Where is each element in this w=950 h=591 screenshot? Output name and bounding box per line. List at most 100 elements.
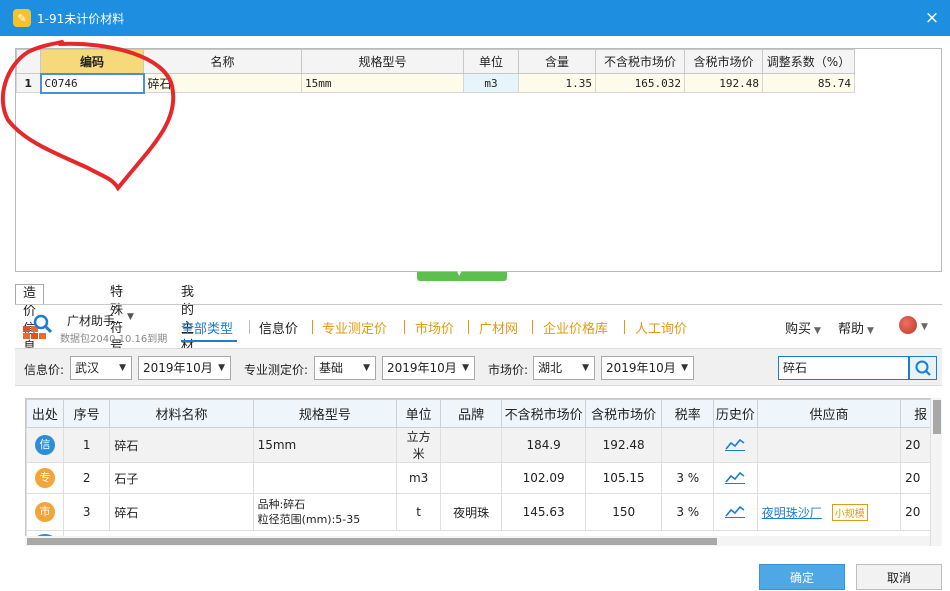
pro-type-value: 基础	[319, 361, 344, 375]
cell-unit: 立方米	[396, 427, 441, 463]
panel-splitter[interactable]: ▾	[417, 269, 507, 281]
chevron-down-icon[interactable]: ▼	[921, 318, 928, 333]
tab-price-library[interactable]: 造价信息库	[15, 284, 45, 373]
help-menu[interactable]: 帮助 ▼	[838, 318, 874, 337]
tab-market-price[interactable]: 市场价	[415, 318, 454, 337]
market-price-label: 市场价:	[488, 363, 529, 377]
chevron-down-icon[interactable]: ▼	[127, 312, 134, 322]
tab-separator	[312, 320, 313, 334]
spec-line-2: 粒径范围(mm):5-35	[257, 513, 361, 526]
close-icon[interactable]: ×	[920, 6, 944, 30]
price-results-table: 出处 序号 材料名称 规格型号 单位 品牌 不含税市场价 含税市场价 税率 历史…	[26, 399, 941, 545]
col-header-adjust[interactable]: 调整系数（%）	[762, 49, 855, 74]
source-cell: 专	[26, 462, 64, 494]
cell-price-inc-tax: 192.48	[584, 427, 663, 463]
col-header-material[interactable]: 材料名称	[109, 399, 254, 428]
col-header-price-inc-tax[interactable]: 含税市场价	[684, 49, 763, 74]
tab-guangcai-net[interactable]: 广材网	[479, 318, 518, 337]
info-source-badge: 信	[34, 435, 55, 455]
cell-index: 2	[62, 462, 111, 494]
cell-price-ex-tax[interactable]: 165.032	[595, 73, 685, 93]
pro-source-badge: 专	[34, 468, 55, 488]
cell-supplier	[756, 427, 902, 463]
tab-separator	[468, 320, 469, 334]
trend-chart-icon[interactable]	[725, 504, 746, 518]
trend-chart-icon[interactable]	[725, 470, 746, 484]
col-header-index[interactable]: 序号	[62, 399, 111, 428]
cell-unit: m3	[396, 462, 441, 494]
brand-expiry: 数据包2040.10.16到期	[60, 334, 168, 345]
pro-period-select[interactable]: 2019年10月 ▼	[382, 356, 475, 380]
chevron-down-icon: ▼	[681, 363, 688, 373]
cell-supplier	[756, 462, 902, 494]
cell-qty[interactable]: 1.35	[518, 73, 596, 93]
search-button[interactable]	[909, 356, 937, 380]
confirm-button[interactable]: 确定	[759, 564, 845, 590]
table-row[interactable]: 市 3 碎石 品种:碎石 粒径范围(mm):5-35 t 夜明珠 145.63 1…	[26, 493, 941, 531]
cell-price-inc-tax[interactable]: 192.48	[684, 73, 763, 93]
cell-spec: 15mm	[252, 427, 398, 463]
info-period-select[interactable]: 2019年10月 ▼	[138, 356, 231, 380]
supplier-link[interactable]: 夜明珠沙厂	[762, 506, 822, 520]
col-header-source[interactable]: 出处	[26, 399, 64, 428]
search-icon	[915, 360, 931, 376]
tab-divider	[15, 304, 942, 305]
cell-price-inc-tax: 105.15	[584, 462, 663, 494]
scrollbar-thumb[interactable]	[27, 538, 717, 545]
col-header-tax-rate[interactable]: 税率	[661, 399, 715, 428]
search-input[interactable]: 碎石	[778, 356, 909, 380]
tab-special-symbols[interactable]: 特殊符号	[103, 284, 130, 354]
history-cell	[713, 462, 758, 494]
cell-spec[interactable]: 15mm	[301, 73, 464, 93]
col-header-price-ex-tax[interactable]: 不含税市场价	[501, 399, 586, 428]
col-header-price-inc-tax[interactable]: 含税市场价	[584, 399, 663, 428]
cell-price-ex-tax: 145.63	[501, 493, 586, 531]
horizontal-scrollbar[interactable]	[25, 536, 930, 546]
table-row[interactable]: 信 1 碎石 15mm 立方米 184.9 192.48 20	[26, 427, 941, 463]
pro-type-select[interactable]: 基础 ▼	[314, 356, 376, 380]
col-header-spec[interactable]: 规格型号	[301, 49, 464, 74]
col-header-price-ex-tax[interactable]: 不含税市场价	[595, 49, 685, 74]
cell-adjust[interactable]: 85.74	[762, 73, 855, 93]
info-price-label: 信息价:	[24, 363, 65, 377]
tab-separator	[532, 320, 533, 334]
brand-logo-icon	[23, 314, 53, 339]
tab-enterprise-price[interactable]: 企业价格库	[543, 318, 608, 337]
col-header-unit[interactable]: 单位	[463, 49, 519, 74]
cancel-button[interactable]: 取消	[856, 564, 942, 590]
market-region-select[interactable]: 湖北 ▼	[533, 356, 595, 380]
tab-all-types[interactable]: 全部类型	[181, 318, 233, 337]
tab-manual-inquiry[interactable]: 人工询价	[635, 318, 687, 337]
buy-menu[interactable]: 购买 ▼	[785, 318, 821, 337]
col-header-brand[interactable]: 品牌	[439, 399, 503, 428]
chevron-down-icon: ▼	[218, 363, 225, 373]
col-header-unit[interactable]: 单位	[396, 399, 441, 428]
cell-material: 碎石	[109, 493, 254, 531]
cell-brand	[439, 462, 503, 494]
col-header-supplier[interactable]: 供应商	[756, 399, 902, 428]
trend-chart-icon[interactable]	[725, 437, 746, 451]
info-period-value: 2019年10月	[143, 361, 213, 375]
tab-professional-price[interactable]: 专业测定价	[322, 318, 387, 337]
active-tab-indicator	[181, 340, 237, 342]
brand-name[interactable]: 广材助手	[67, 312, 115, 329]
col-header-spec[interactable]: 规格型号	[252, 399, 398, 428]
cell-index: 1	[62, 427, 111, 463]
col-header-qty[interactable]: 含量	[518, 49, 596, 74]
table-row[interactable]: 专 2 石子 m3 102.09 105.15 3 % 20	[26, 462, 941, 494]
vertical-scrollbar[interactable]	[930, 398, 942, 546]
tab-separator	[404, 320, 405, 334]
price-results-grid: 出处 序号 材料名称 规格型号 单位 品牌 不含税市场价 含税市场价 税率 历史…	[25, 398, 942, 546]
col-header-history[interactable]: 历史价	[713, 399, 758, 428]
info-region-select[interactable]: 武汉 ▼	[70, 356, 132, 380]
market-period-select[interactable]: 2019年10月 ▼	[601, 356, 694, 380]
avatar[interactable]	[899, 316, 917, 334]
tab-info-price[interactable]: 信息价	[259, 318, 298, 337]
tab-my-materials[interactable]: 我的主材库	[174, 284, 201, 372]
cell-unit[interactable]: m3	[463, 73, 519, 93]
cell-brand	[439, 427, 503, 463]
tab-separator	[249, 320, 250, 334]
chevron-down-icon: ▾	[457, 269, 462, 279]
scrollbar-thumb[interactable]	[933, 400, 941, 434]
chevron-down-icon: ▼	[462, 363, 469, 373]
